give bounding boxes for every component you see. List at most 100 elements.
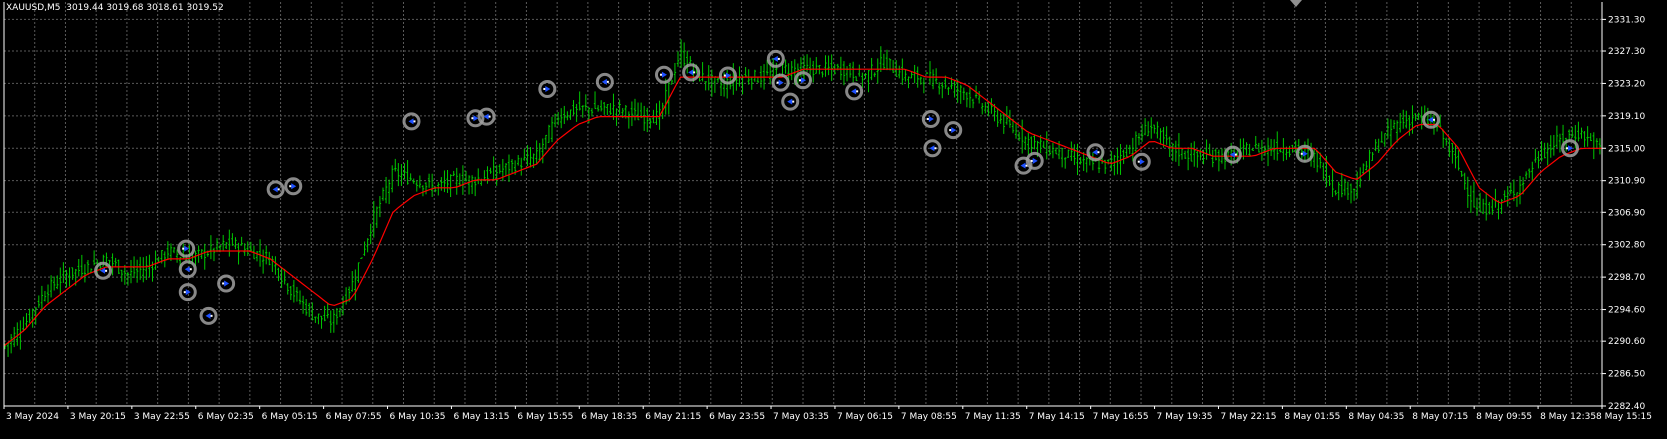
- price-bar: [861, 72, 864, 88]
- price-bar: [1064, 157, 1067, 169]
- marker-dot: [949, 129, 952, 132]
- price-bar: [261, 249, 265, 274]
- price-bar: [344, 287, 348, 305]
- price-bar: [1165, 126, 1168, 145]
- price-bar: [1288, 145, 1291, 158]
- price-bar: [968, 86, 972, 108]
- price-bar: [541, 138, 544, 164]
- marker-dot: [1030, 159, 1033, 162]
- price-bar: [839, 56, 843, 81]
- price-bar: [1177, 133, 1181, 167]
- trade-marker-icon[interactable]: [178, 283, 197, 302]
- price-bar: [1067, 149, 1070, 158]
- price-bar: [37, 295, 41, 308]
- price-bar: [1322, 162, 1325, 181]
- price-bar: [228, 229, 231, 257]
- trade-marker-icon[interactable]: [178, 260, 197, 279]
- arrow-icon: [1139, 158, 1145, 165]
- chart-shift-triangle-icon[interactable]: [1290, 0, 1302, 7]
- price-bar: [225, 242, 228, 249]
- price-bar: [858, 64, 861, 77]
- price-bar: [891, 60, 895, 73]
- trade-marker-icon[interactable]: [177, 239, 196, 258]
- price-bar: [898, 65, 901, 79]
- price-bar: [1122, 149, 1125, 164]
- trade-marker-icon[interactable]: [217, 274, 236, 293]
- trade-marker-icon[interactable]: [402, 112, 421, 131]
- price-bar: [1414, 113, 1417, 122]
- price-bar: [1070, 141, 1073, 162]
- price-bar: [234, 237, 237, 250]
- price-bar: [139, 256, 142, 280]
- trade-marker-icon[interactable]: [654, 65, 673, 84]
- price-bar: [646, 107, 649, 133]
- marker-dot: [792, 100, 795, 103]
- price-bar: [304, 299, 308, 316]
- trade-marker-icon[interactable]: [781, 92, 800, 111]
- price-chart[interactable]: 2331.30 2327.30 2323.20 2319.10 2315.00 2310.…: [0, 0, 1667, 439]
- trade-markers[interactable]: [94, 49, 1580, 325]
- price-bar: [492, 156, 495, 181]
- price-bar: [354, 269, 357, 301]
- y-tick-label: 2290.60: [1608, 337, 1645, 347]
- marker-dot: [1566, 147, 1569, 150]
- price-bar: [394, 158, 397, 172]
- price-bar: [996, 109, 999, 127]
- price-bar: [606, 104, 609, 116]
- trade-marker-icon[interactable]: [766, 49, 785, 68]
- marker-dot: [413, 120, 416, 123]
- price-bar: [609, 103, 612, 115]
- price-bar: [443, 170, 446, 193]
- price-bar: [544, 134, 548, 150]
- price-bar: [286, 282, 289, 295]
- price-bar: [821, 71, 824, 78]
- price-bar: [1577, 121, 1580, 142]
- y-tick-label: 2315.00: [1608, 144, 1645, 154]
- chart-canvas[interactable]: 2331.30 2327.30 2323.20 2319.10 2315.00 2310.…: [0, 0, 1667, 439]
- price-bar: [1592, 132, 1595, 160]
- price-bar: [1383, 133, 1387, 147]
- price-bar: [6, 342, 10, 357]
- price-bar: [40, 285, 44, 312]
- price-bar: [446, 169, 449, 193]
- price-bar: [572, 100, 575, 116]
- price-bar: [1193, 141, 1196, 167]
- price-bar: [1266, 137, 1270, 167]
- price-bar: [876, 58, 879, 84]
- price-bar: [172, 247, 176, 254]
- price-bar: [523, 148, 526, 161]
- price-bar: [1460, 170, 1463, 177]
- trade-marker-icon[interactable]: [1132, 152, 1151, 171]
- x-tick-label: 6 May 18:35: [581, 412, 637, 422]
- price-bar: [1082, 151, 1085, 171]
- price-bar: [938, 82, 941, 95]
- price-bar: [815, 57, 818, 74]
- price-bar: [360, 257, 363, 259]
- trade-marker-icon[interactable]: [199, 306, 218, 325]
- trade-marker-icon[interactable]: [595, 72, 614, 91]
- marker-dot: [693, 71, 696, 74]
- trade-marker-icon[interactable]: [845, 82, 864, 101]
- price-bar: [1549, 135, 1552, 158]
- price-bar: [1174, 140, 1178, 162]
- marker-dot: [543, 87, 546, 90]
- price-bar: [1543, 142, 1546, 159]
- symbol-info: XAUUSD,M5 3019.44 3019.68 3018.61 3019.5…: [6, 3, 224, 13]
- price-bar: [326, 302, 329, 319]
- price-bar: [1389, 119, 1393, 147]
- price-bar: [412, 178, 415, 184]
- price-bar: [962, 87, 965, 101]
- price-bar: [1346, 181, 1350, 200]
- price-bar: [71, 267, 74, 280]
- trade-marker-icon[interactable]: [538, 79, 557, 98]
- price-bar: [142, 257, 145, 283]
- price-bar: [790, 61, 793, 81]
- trade-marker-icon[interactable]: [944, 121, 963, 140]
- x-tick-label: 8 May 12:35: [1540, 412, 1596, 422]
- x-tick-label: 7 May 19:35: [1157, 412, 1213, 422]
- price-bar: [470, 175, 474, 195]
- price-bar: [123, 264, 127, 285]
- trade-marker-icon[interactable]: [266, 180, 285, 199]
- price-bar: [901, 58, 904, 85]
- price-bar: [977, 91, 981, 104]
